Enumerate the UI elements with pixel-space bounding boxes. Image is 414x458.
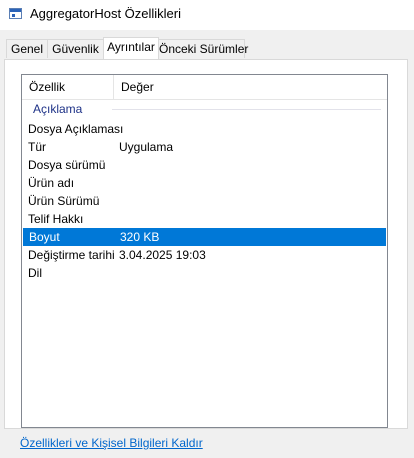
tab-guvenlik[interactable]: Güvenlik xyxy=(47,39,104,58)
list-row-dosya-surumu[interactable]: Dosya sürümü xyxy=(22,156,387,174)
row-key: Boyut xyxy=(29,230,60,244)
list-row-telif-hakki[interactable]: Telif Hakkı xyxy=(22,210,387,228)
row-value: 320 KB xyxy=(120,230,160,244)
column-header-property[interactable]: Özellik xyxy=(22,75,114,99)
column-header-value[interactable]: Değer xyxy=(114,75,214,99)
tab-genel[interactable]: Genel xyxy=(6,39,48,58)
list-row-boyut[interactable]: Boyut 320 KB xyxy=(23,228,386,246)
list-row-dil[interactable]: Dil xyxy=(22,264,387,282)
window-title: AggregatorHost Özellikleri xyxy=(30,6,182,21)
details-tab-panel: Özellik Değer Açıklama Dosya Açıklaması … xyxy=(4,59,408,429)
dialog-body: Genel Güvenlik Ayrıntılar Önceki Sürümle… xyxy=(0,30,414,458)
row-key: Tür xyxy=(28,140,46,154)
window-icon xyxy=(9,8,22,19)
list-row-urun-adi[interactable]: Ürün adı xyxy=(22,174,387,192)
remove-properties-link[interactable]: Özellikleri ve Kişisel Bilgileri Kaldır xyxy=(20,436,203,450)
tab-strip: Genel Güvenlik Ayrıntılar Önceki Sürümle… xyxy=(4,37,414,59)
row-key: Ürün adı xyxy=(28,176,75,190)
list-row-degistirme-tarihi[interactable]: Değiştirme tarihi 3.04.2025 19:03 xyxy=(22,246,387,264)
row-key: Dosya sürümü xyxy=(28,158,106,172)
group-header[interactable]: Açıklama xyxy=(22,100,387,118)
list-row-tur[interactable]: Tür Uygulama xyxy=(22,138,387,156)
title-bar[interactable]: AggregatorHost Özellikleri xyxy=(0,0,414,30)
list-row-urun-surumu[interactable]: Ürün Sürümü xyxy=(22,192,387,210)
row-key: Dil xyxy=(28,266,42,280)
list-header: Özellik Değer xyxy=(22,75,387,100)
tab-ayrintilar[interactable]: Ayrıntılar xyxy=(103,37,159,59)
row-value: 3.04.2025 19:03 xyxy=(119,248,206,262)
list-row-dosya-aciklamasi[interactable]: Dosya Açıklaması xyxy=(22,120,387,138)
tab-onceki-surumler[interactable]: Önceki Sürümler xyxy=(158,39,248,58)
row-key: Dosya Açıklaması xyxy=(28,122,124,136)
details-list[interactable]: Özellik Değer Açıklama Dosya Açıklaması … xyxy=(21,74,388,428)
row-key: Telif Hakkı xyxy=(28,212,84,226)
row-key: Değiştirme tarihi xyxy=(28,248,115,262)
group-label: Açıklama xyxy=(33,102,87,116)
group-divider xyxy=(112,109,381,110)
row-key: Ürün Sürümü xyxy=(28,194,100,208)
row-value: Uygulama xyxy=(119,140,174,154)
